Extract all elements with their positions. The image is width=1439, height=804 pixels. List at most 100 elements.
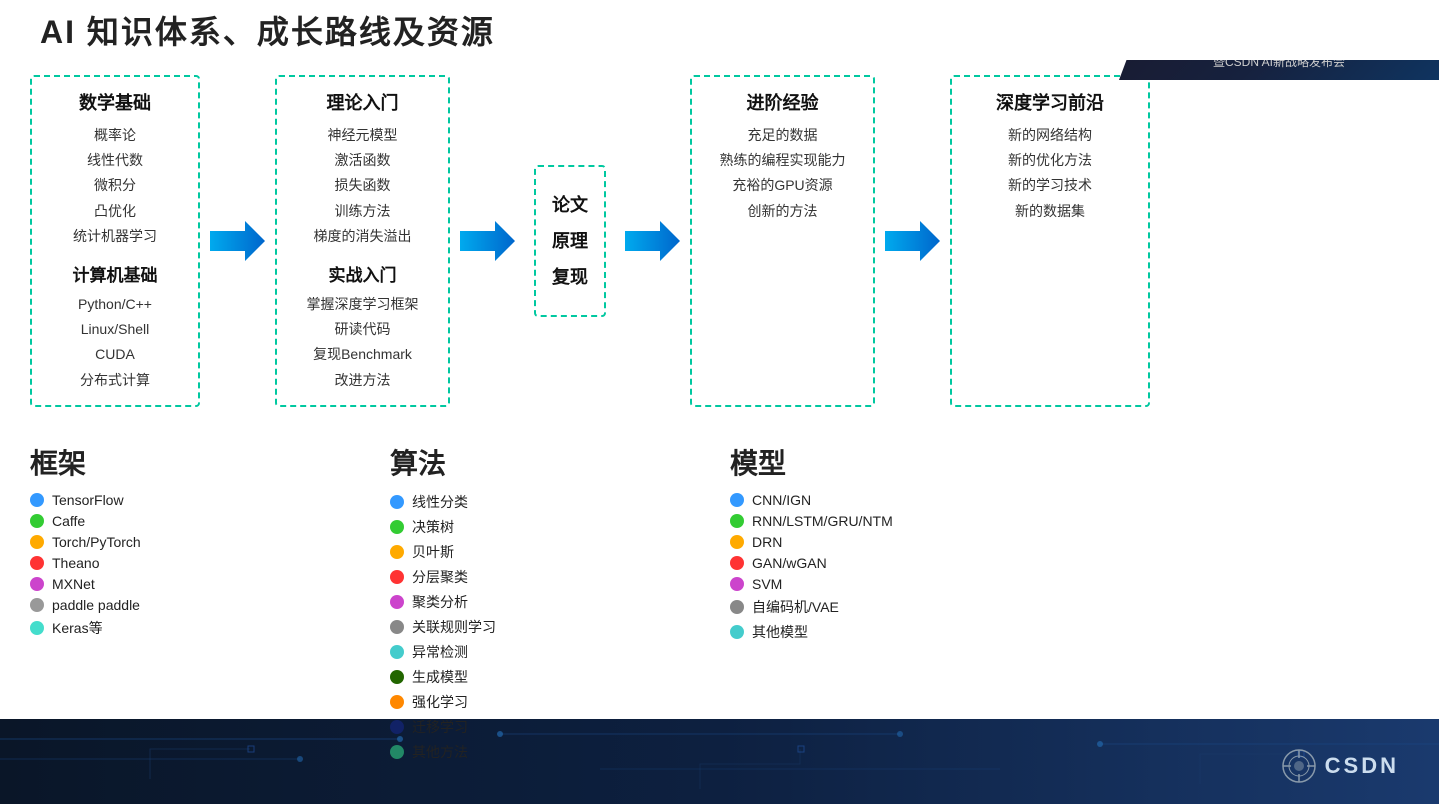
label-keras: Keras等 [52,618,103,638]
advanced-item-2: 熟练的编程实现能力 [708,148,857,173]
label-gen: 生成模型 [412,667,468,687]
dot-svm [730,577,744,591]
math-item-4: 凸优化 [48,199,182,224]
math-item-1: 概率论 [48,123,182,148]
practice-item-3: 复现Benchmark [293,342,432,367]
list-item: CNN/IGN [730,492,1050,508]
advanced-item-4: 创新的方法 [708,199,857,224]
list-item: 生成模型 [390,667,650,687]
label-bayes: 贝叶斯 [412,542,454,562]
dot-cnn [730,493,744,507]
cs-title: 计算机基础 [48,261,182,286]
math-item-5: 统计机器学习 [48,224,182,249]
label-tree: 决策树 [412,517,454,537]
cs-item-3: CUDA [48,342,182,367]
list-item: 迁移学习 [390,717,650,737]
theory-item-1: 神经元模型 [293,123,432,148]
dot-rl [390,695,404,709]
csdn-logo: CSDN [1281,748,1399,784]
label-torch: Torch/PyTorch [52,534,141,550]
advanced-item-3: 充裕的GPU资源 [708,173,857,198]
list-item: 贝叶斯 [390,542,650,562]
label-other-alg: 其他方法 [412,742,468,762]
list-item: 其他方法 [390,742,650,762]
practice-item-2: 研读代码 [293,317,432,342]
models-list: CNN/IGN RNN/LSTM/GRU/NTM DRN GAN/wGAN SV… [730,492,1050,642]
dot-drn [730,535,744,549]
label-tensorflow: TensorFlow [52,492,124,508]
cs-item-2: Linux/Shell [48,317,182,342]
algorithms-column: 算法 线性分类 决策树 贝叶斯 分层聚类 [390,442,650,762]
dot-anomaly [390,645,404,659]
dot-bayes [390,545,404,559]
dot-linear [390,495,404,509]
paper-text-2: 原理 [552,223,588,259]
dot-tree [390,520,404,534]
label-transfer: 迁移学习 [412,717,468,737]
list-item: GAN/wGAN [730,555,1050,571]
label-svm: SVM [752,576,782,592]
arrow-4 [875,75,950,407]
models-column: 模型 CNN/IGN RNN/LSTM/GRU/NTM DRN GAN/wGAN [730,442,1050,762]
dot-other-alg [390,745,404,759]
arrow-1 [200,75,275,407]
label-anomaly: 异常检测 [412,642,468,662]
dot-tensorflow [30,493,44,507]
theory-title: 理论入门 [293,89,432,115]
math-title: 数学基础 [48,89,182,115]
practice-item-1: 掌握深度学习框架 [293,292,432,317]
label-theano: Theano [52,555,99,571]
label-cluster: 分层聚类 [412,567,468,587]
label-gan: GAN/wGAN [752,555,827,571]
label-linear: 线性分类 [412,492,468,512]
models-label: 模型 [730,442,1050,482]
list-item: Keras等 [30,618,310,638]
frameworks-column: 框架 TensorFlow Caffe Torch/PyTorch Theano [30,442,310,762]
list-item: Theano [30,555,310,571]
dot-other-model [730,625,744,639]
deep-item-2: 新的优化方法 [968,148,1132,173]
cs-item-4: 分布式计算 [48,368,182,393]
dot-keras [30,621,44,635]
theory-item-5: 梯度的消失溢出 [293,224,432,249]
dot-torch [30,535,44,549]
list-item: 分层聚类 [390,567,650,587]
deep-title: 深度学习前沿 [968,89,1132,115]
flow-diagram: 数学基础 概率论 线性代数 微积分 凸优化 统计机器学习 计算机基础 Pytho… [20,65,1419,417]
csdn-text-label: CSDN [1325,753,1399,779]
label-mxnet: MXNet [52,576,95,592]
advanced-item-1: 充足的数据 [708,123,857,148]
label-rnn: RNN/LSTM/GRU/NTM [752,513,893,529]
theory-box: 理论入门 神经元模型 激活函数 损失函数 训练方法 梯度的消失溢出 实战入门 掌… [275,75,450,407]
list-item: 聚类分析 [390,592,650,612]
list-item: RNN/LSTM/GRU/NTM [730,513,1050,529]
frameworks-label: 框架 [30,442,310,482]
list-item: 自编码机/VAE [730,597,1050,617]
dot-rnn [730,514,744,528]
dot-transfer [390,720,404,734]
list-item: paddle paddle [30,597,310,613]
label-paddle: paddle paddle [52,597,140,613]
list-item: MXNet [30,576,310,592]
label-caffe: Caffe [52,513,85,529]
csdn-icon-svg [1281,748,1317,784]
deep-item-3: 新的学习技术 [968,173,1132,198]
dot-vae [730,600,744,614]
cs-item-1: Python/C++ [48,292,182,317]
dot-cluster [390,570,404,584]
advanced-title: 进阶经验 [708,89,857,115]
dot-assoc [390,620,404,634]
list-item: TensorFlow [30,492,310,508]
label-other-model: 其他模型 [752,622,808,642]
theory-item-2: 激活函数 [293,148,432,173]
list-item: 关联规则学习 [390,617,650,637]
page-header: AI 知识体系、成长路线及资源 [0,0,1439,60]
dot-caffe [30,514,44,528]
algorithms-list: 线性分类 决策树 贝叶斯 分层聚类 聚类分析 [390,492,650,762]
dot-mxnet [30,577,44,591]
legend-section: 框架 TensorFlow Caffe Torch/PyTorch Theano [20,442,1419,762]
paper-box: 论文 原理 复现 [525,75,615,407]
label-vae: 自编码机/VAE [752,597,839,617]
list-item: 强化学习 [390,692,650,712]
deep-item-1: 新的网络结构 [968,123,1132,148]
